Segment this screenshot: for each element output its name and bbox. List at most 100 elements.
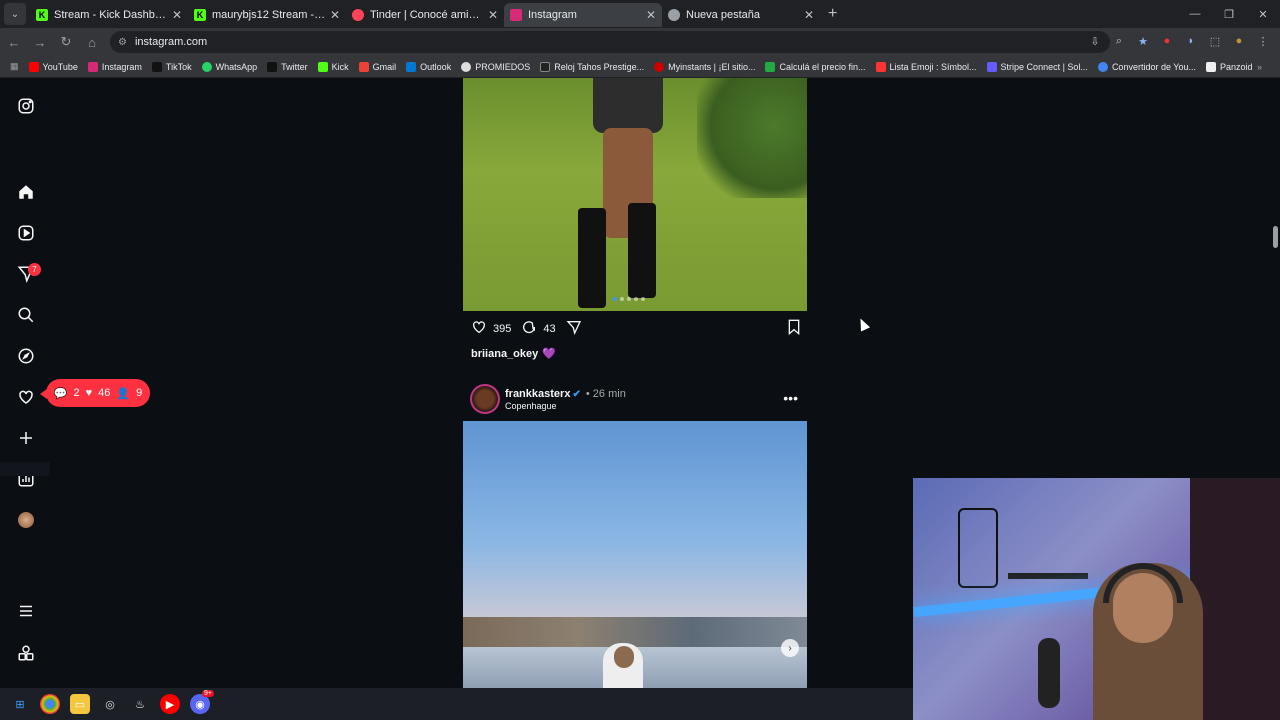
- site-info-icon[interactable]: ⚙: [118, 37, 127, 48]
- bookmark-kick[interactable]: Kick: [317, 61, 349, 72]
- bookmark-myinstants[interactable]: Myinstants | ¡El sitio...: [654, 61, 755, 72]
- save-icon[interactable]: [787, 319, 801, 340]
- reload-icon[interactable]: ↻: [54, 30, 78, 54]
- bookmark-outlook[interactable]: Outlook: [406, 61, 451, 72]
- panzoid-icon: [1206, 61, 1216, 72]
- file-explorer-icon[interactable]: ▭: [70, 694, 90, 714]
- close-icon[interactable]: ✕: [172, 8, 182, 22]
- discord-badge: 9+: [202, 690, 214, 697]
- apps-icon[interactable]: ▦: [10, 61, 19, 72]
- menu-icon[interactable]: ⋮: [1254, 32, 1272, 50]
- tab-search-button[interactable]: ⌄: [4, 3, 26, 25]
- bookmark-reloj[interactable]: Reloj Tahos Prestige...: [540, 61, 644, 72]
- mouse-cursor: [855, 316, 871, 332]
- extension-icon[interactable]: ◗: [1182, 32, 1200, 50]
- bookmark-gmail[interactable]: Gmail: [358, 61, 396, 72]
- tab-kick-dashboard[interactable]: K Stream - Kick Dashboard ✕: [30, 3, 188, 27]
- youtube-icon[interactable]: ▶: [160, 694, 180, 714]
- calculator-icon: [765, 61, 776, 72]
- notification-popup[interactable]: 💬 2 ♥ 46 👤 9: [40, 379, 150, 407]
- also-from-meta-icon[interactable]: [16, 643, 36, 663]
- bookmark-calcula[interactable]: Calculá el precio fin...: [765, 61, 866, 72]
- instagram-logo-icon[interactable]: [16, 96, 36, 116]
- home-icon[interactable]: [16, 182, 36, 202]
- bookmark-youtube[interactable]: YouTube: [28, 61, 78, 72]
- scrollbar-thumb[interactable]: [1273, 226, 1278, 248]
- new-tab-button[interactable]: +: [828, 5, 837, 23]
- bookmark-tiktok[interactable]: TikTok: [151, 61, 192, 72]
- share-icon: [566, 319, 582, 340]
- url-input[interactable]: ⚙ instagram.com: [110, 31, 1110, 53]
- bookmark-twitter[interactable]: Twitter: [267, 61, 308, 72]
- post-time: • 26 min: [585, 388, 626, 400]
- bookmark-whatsapp[interactable]: WhatsApp: [201, 61, 257, 72]
- menu-icon[interactable]: [16, 601, 36, 621]
- profile-avatar[interactable]: [16, 510, 36, 530]
- steam-icon[interactable]: ♨: [130, 694, 150, 714]
- close-window-button[interactable]: ✕: [1246, 0, 1280, 28]
- bookmark-emoji[interactable]: Lista Emoji : Símbol...: [875, 61, 977, 72]
- avatar[interactable]: [470, 384, 500, 414]
- bookmark-stripe[interactable]: Stripe Connect | Sol...: [986, 61, 1088, 72]
- caption-username[interactable]: briiana_okey: [471, 348, 538, 360]
- window-controls: — ❐ ✕: [1178, 0, 1280, 28]
- home-icon[interactable]: ⌂: [80, 30, 104, 54]
- sidebar-divider: [0, 462, 50, 476]
- instagram-sidebar: 7: [0, 78, 52, 688]
- bookmark-star-icon[interactable]: ★: [1134, 32, 1152, 50]
- profile-avatar[interactable]: ●: [1230, 32, 1248, 50]
- post-image[interactable]: ›: [463, 421, 807, 688]
- reels-icon[interactable]: [16, 223, 36, 243]
- search-icon[interactable]: [16, 305, 36, 325]
- messages-badge: 7: [28, 263, 41, 276]
- post-location[interactable]: Copenhague: [505, 401, 557, 411]
- close-icon[interactable]: ✕: [804, 8, 814, 22]
- close-icon[interactable]: ✕: [488, 8, 498, 22]
- address-bar-row: ← → ↻ ⌂ ⚙ instagram.com ⇩ ⌕ ★ ● ◗ ⬚ ● ⋮: [0, 28, 1280, 56]
- comment-button[interactable]: 43: [521, 319, 556, 340]
- back-icon[interactable]: ←: [2, 30, 26, 54]
- chrome-icon: [668, 9, 680, 21]
- tab-instagram[interactable]: Instagram ✕: [504, 3, 662, 27]
- windows-start-icon[interactable]: ⊞: [10, 694, 30, 714]
- explore-icon[interactable]: [16, 346, 36, 366]
- close-icon[interactable]: ✕: [330, 8, 340, 22]
- twitter-icon: [267, 61, 278, 72]
- chrome-icon[interactable]: [40, 694, 60, 714]
- bookmarks-bar: ▦ YouTube Instagram TikTok WhatsApp Twit…: [0, 56, 1280, 78]
- extension-icon[interactable]: ●: [1158, 32, 1176, 50]
- extensions-puzzle-icon[interactable]: ⬚: [1206, 32, 1224, 50]
- more-options-icon[interactable]: •••: [783, 390, 798, 406]
- install-icon[interactable]: ⇩: [1086, 32, 1104, 50]
- forward-icon[interactable]: →: [28, 30, 52, 54]
- like-button[interactable]: 395: [471, 319, 511, 340]
- bookmark-promiedos[interactable]: PROMIEDOS: [461, 61, 530, 72]
- bookmark-instagram[interactable]: Instagram: [87, 61, 142, 72]
- minimize-button[interactable]: —: [1178, 0, 1212, 28]
- tab-new-tab[interactable]: Nueva pestaña ✕: [662, 3, 820, 27]
- tab-tinder[interactable]: Tinder | Conocé amigos y gente ✕: [346, 3, 504, 27]
- maximize-button[interactable]: ❐: [1212, 0, 1246, 28]
- convertidor-icon: [1097, 61, 1108, 72]
- app-icon[interactable]: ◎: [100, 694, 120, 714]
- tiktok-icon: [151, 61, 162, 72]
- more-bookmarks-icon[interactable]: »: [1257, 62, 1262, 72]
- share-button[interactable]: [566, 319, 588, 340]
- toolbar-icons: ⇩ ⌕ ★ ● ◗ ⬚ ● ⋮: [1086, 32, 1272, 50]
- carousel-next-icon[interactable]: ›: [781, 639, 799, 657]
- youtube-icon: [28, 61, 39, 72]
- zoom-icon[interactable]: ⌕: [1110, 32, 1128, 50]
- bookmark-panzoid[interactable]: Panzoid: [1206, 61, 1253, 72]
- heart-icon: [471, 319, 487, 340]
- tab-kick-stream[interactable]: K maurybjs12 Stream - Watch Live ✕: [188, 3, 346, 27]
- stripe-icon: [986, 61, 997, 72]
- notifications-heart-icon[interactable]: [16, 387, 36, 407]
- discord-icon[interactable]: ◉ 9+: [190, 690, 214, 714]
- bookmark-convertidor[interactable]: Convertidor de You...: [1097, 61, 1196, 72]
- post-image[interactable]: [463, 78, 807, 311]
- person-icon: 👤: [116, 387, 131, 400]
- create-icon[interactable]: [16, 428, 36, 448]
- close-icon[interactable]: ✕: [646, 8, 656, 22]
- post-username[interactable]: frankkasterx ✔ • 26 min: [505, 388, 626, 400]
- kick-icon: [317, 61, 328, 72]
